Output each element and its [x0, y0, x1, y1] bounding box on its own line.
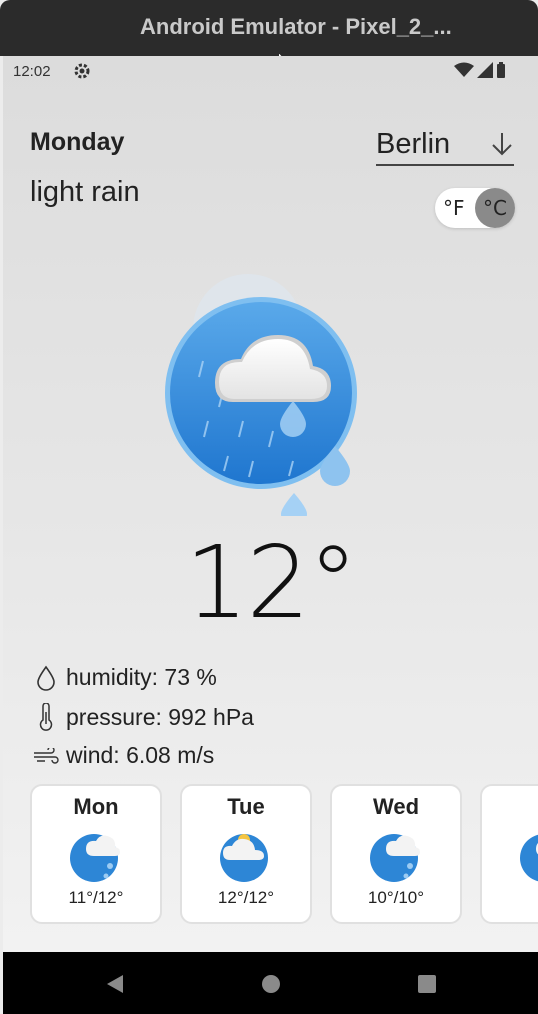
back-icon[interactable]: [105, 974, 125, 994]
thermometer-icon: [39, 703, 53, 731]
phone-screen: 12:02 Monday light rain Berlin °F °C 12°…: [3, 56, 538, 952]
forecast-day: Tue: [227, 794, 265, 819]
wind-icon: [34, 747, 59, 764]
weather-description: light rain: [30, 176, 140, 208]
forecast-day: Wed: [372, 794, 420, 819]
forecast-day: Mon: [73, 794, 119, 819]
humidity-row: humidity: 73 %: [33, 664, 217, 691]
system-icons: [454, 62, 506, 78]
status-time: 12:02: [13, 63, 51, 80]
light-rain-icon: [165, 274, 357, 516]
forecast-card[interactable]: Tue 12°/12°: [180, 784, 312, 924]
forecast-temps: 10°/10°: [367, 888, 425, 907]
weekday-label: Monday: [30, 128, 125, 156]
rain-icon: [70, 834, 120, 882]
navigation-bar: [3, 952, 538, 1014]
forecast-card[interactable]: T 8°: [480, 784, 538, 924]
forecast-day: T: [482, 794, 538, 820]
celsius-option[interactable]: °C: [475, 188, 515, 228]
forecast-temps: 11°/12°: [68, 888, 124, 907]
fahrenheit-option[interactable]: °F: [443, 196, 465, 220]
unit-toggle[interactable]: °F °C: [435, 188, 515, 228]
battery-icon: [497, 62, 505, 78]
city-label: Berlin: [376, 127, 451, 160]
forecast-temps: 12°/12°: [217, 888, 275, 907]
window-title: Android Emulator - Pixel_2_...: [140, 14, 452, 39]
arrow-down-icon: [492, 133, 512, 156]
wind-row: wind: 6.08 m/s: [33, 742, 214, 769]
pressure-label: pressure: 992 hPa: [66, 703, 254, 730]
water-drop-icon: [37, 665, 55, 691]
wifi-icon: [454, 62, 474, 77]
emulator-titlebar: Android Emulator - Pixel_2_...: [0, 0, 538, 56]
city-dropdown[interactable]: Berlin: [376, 124, 514, 166]
forecast-card[interactable]: Wed 10°/10°: [330, 784, 462, 924]
current-temperature: 12°: [184, 524, 358, 641]
rain-icon: [520, 834, 538, 882]
home-icon[interactable]: [261, 974, 281, 994]
forecast-temps: 8°: [482, 888, 538, 908]
signal-icon: [477, 62, 493, 78]
wind-label: wind: 6.08 m/s: [66, 742, 215, 768]
pressure-row: pressure: 992 hPa: [33, 703, 254, 731]
recents-icon[interactable]: [417, 974, 437, 994]
status-bar: 12:02: [3, 56, 538, 86]
humidity-label: humidity: 73 %: [66, 664, 217, 690]
forecast-card[interactable]: Mon 11°/12°: [30, 784, 162, 924]
rain-icon: [370, 834, 420, 882]
sun-cloud-icon: [220, 834, 268, 882]
gear-icon: [74, 63, 90, 79]
